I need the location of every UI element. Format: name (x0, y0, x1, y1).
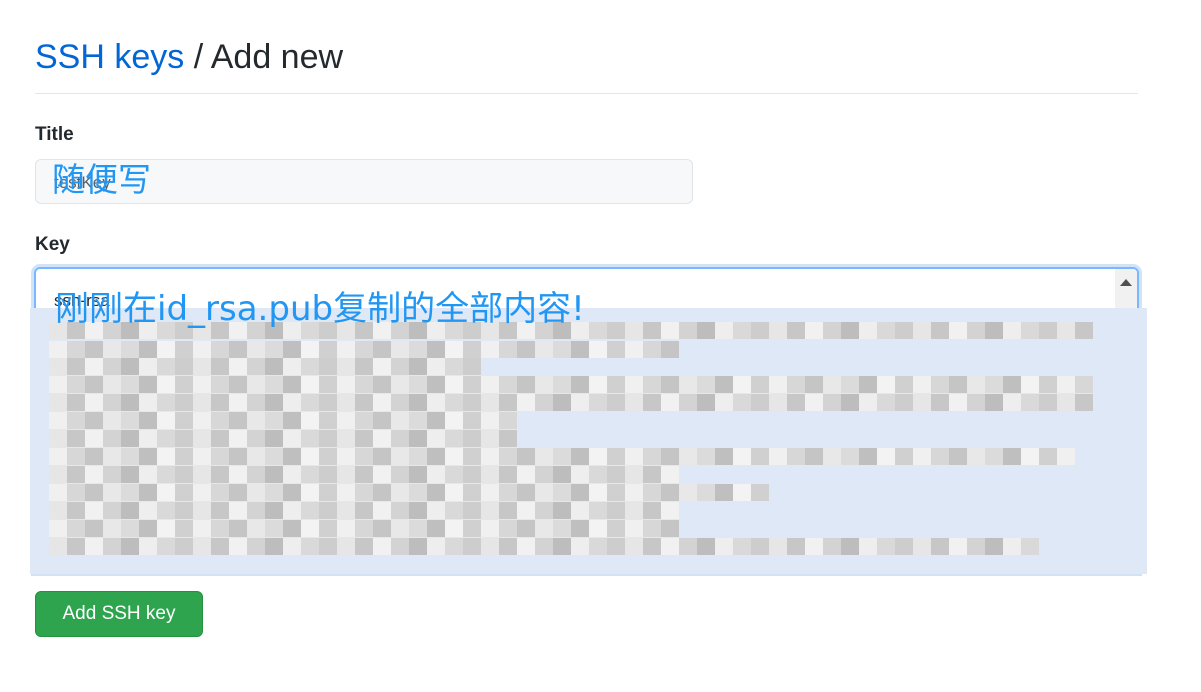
scroll-up-arrow-icon[interactable] (1120, 279, 1132, 286)
redacted-line (49, 394, 1093, 411)
title-label: Title (35, 124, 74, 145)
add-ssh-key-page: SSH keys / Add new Title testKey 随便写 Key… (0, 0, 1201, 692)
redacted-line (49, 520, 679, 537)
redacted-key-content (30, 308, 1147, 574)
redacted-line (49, 412, 517, 429)
redacted-line (49, 448, 1075, 465)
redacted-line (49, 376, 1093, 393)
title-input[interactable]: testKey (35, 159, 693, 204)
breadcrumb-separator: / (184, 38, 211, 76)
redacted-line (49, 430, 517, 447)
add-ssh-key-button[interactable]: Add SSH key (35, 591, 203, 637)
redacted-line (49, 466, 679, 483)
page-title: SSH keys / Add new (35, 36, 1138, 94)
redacted-line (49, 322, 1093, 339)
key-label: Key (35, 234, 70, 255)
redacted-line (49, 502, 679, 519)
redacted-line (49, 484, 769, 501)
breadcrumb-current: Add new (210, 38, 344, 76)
redacted-line (49, 538, 1039, 555)
ssh-keys-link[interactable]: SSH keys (35, 38, 184, 76)
redacted-line (49, 358, 481, 375)
redacted-line (49, 341, 679, 358)
